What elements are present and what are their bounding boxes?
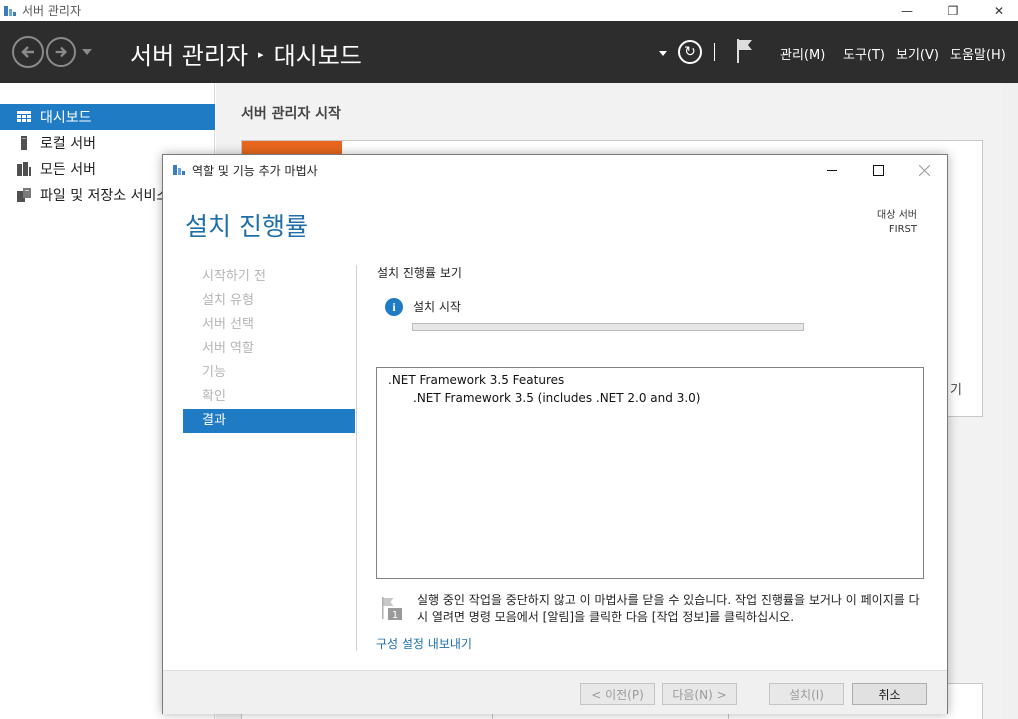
os-title-bar: 서버 관리자 — ❐ ✕ [0, 0, 1018, 21]
menu-manage[interactable]: 관리(M) [780, 44, 825, 63]
wizard-title-bar: 역할 및 기능 추가 마법사 [163, 155, 947, 185]
quick-start-more-text[interactable]: 기 [950, 379, 962, 398]
breadcrumb: 서버 관리자 ▸ 대시보드 [130, 36, 362, 71]
wizard-app-icon [173, 165, 185, 175]
installation-progress-bar [412, 323, 804, 331]
export-settings-link[interactable]: 구성 설정 내보내기 [376, 635, 472, 652]
next-button[interactable]: 다음(N) > [662, 683, 737, 705]
feature-item: .NET Framework 3.5 (includes .NET 2.0 an… [413, 391, 701, 405]
previous-button[interactable]: < 이전(P) [580, 683, 655, 705]
server-manager-header: 서버 관리자 ▸ 대시보드 ↻ 관리(M) 도구(T) 보기(V) 도움말(H) [0, 21, 1018, 83]
server-manager-app-icon [4, 5, 16, 16]
target-server-name: FIRST [888, 224, 917, 235]
breadcrumb-dropdown-icon[interactable] [659, 51, 667, 56]
wizard-heading: 설치 진행률 [185, 212, 308, 241]
breadcrumb-separator-icon: ▸ [258, 48, 264, 61]
step-server-roles: 서버 역할 [202, 341, 254, 356]
breadcrumb-current: 대시보드 [273, 42, 362, 70]
add-roles-features-wizard: 역할 및 기능 추가 마법사 설치 진행률 대상 서버 FIRST 시작하기 전… [162, 154, 948, 714]
forward-button[interactable] [46, 37, 76, 67]
sidebar-item-label: 파일 및 저장소 서비스 [40, 188, 170, 204]
window-title: 서버 관리자 [22, 4, 82, 18]
step-confirmation: 확인 [202, 389, 226, 404]
progress-title: 설치 진행률 보기 [377, 266, 462, 280]
quick-start-tile[interactable] [242, 141, 342, 155]
restore-button[interactable]: ❐ [930, 0, 976, 21]
sidebar-item-label: 대시보드 [40, 110, 92, 126]
info-icon: i [385, 298, 403, 316]
minimize-button[interactable]: — [884, 0, 930, 21]
menu-view[interactable]: 보기(V) [896, 44, 939, 63]
close-button[interactable]: ✕ [976, 0, 1018, 21]
wizard-minimize-button[interactable] [809, 155, 855, 185]
maximize-icon [872, 164, 884, 176]
notice-text: 실행 중인 작업을 중단하지 않고 이 마법사를 닫을 수 있습니다. 작업 진… [417, 593, 920, 624]
notification-badge: 1 [392, 610, 398, 621]
step-installation-type: 설치 유형 [202, 293, 254, 308]
cancel-button[interactable]: 취소 [852, 683, 927, 705]
install-button[interactable]: 설치(I) [769, 683, 844, 705]
minimize-icon [827, 170, 837, 171]
all-servers-icon [17, 162, 31, 176]
step-server-selection: 서버 선택 [202, 317, 254, 332]
notification-flag-icon: 1 [382, 597, 402, 621]
sidebar-item-local-server[interactable]: 로컬 서버 [0, 130, 215, 156]
feature-item: .NET Framework 3.5 Features [388, 373, 565, 387]
history-dropdown-icon[interactable] [82, 49, 92, 55]
notifications-flag-icon[interactable] [736, 38, 754, 64]
target-server: 대상 서버 FIRST [877, 209, 917, 237]
dashboard-icon [17, 111, 31, 122]
wizard-steps: 시작하기 전 설치 유형 서버 선택 서버 역할 기능 확인 결과 [183, 265, 355, 433]
step-results[interactable]: 결과 [183, 409, 355, 433]
sidebar-item-label: 로컬 서버 [40, 136, 96, 152]
forward-arrow-icon [55, 46, 68, 58]
steps-divider [356, 265, 357, 651]
wizard-close-button[interactable] [901, 155, 947, 185]
installation-status: 설치 시작 [413, 300, 461, 314]
wizard-title: 역할 및 기능 추가 마법사 [192, 163, 318, 178]
close-icon [918, 164, 930, 176]
sidebar-item-label: 모든 서버 [40, 162, 96, 178]
step-features: 기능 [202, 365, 226, 380]
menu-tools[interactable]: 도구(T) [843, 44, 885, 63]
step-before-you-begin: 시작하기 전 [202, 269, 266, 284]
features-list[interactable]: .NET Framework 3.5 Features .NET Framewo… [376, 367, 924, 579]
sidebar-item-dashboard[interactable]: 대시보드 [0, 104, 215, 130]
file-storage-icon [17, 188, 31, 202]
breadcrumb-root[interactable]: 서버 관리자 [130, 36, 248, 71]
wizard-maximize-button[interactable] [855, 155, 901, 185]
vertical-scrollbar[interactable] [1002, 83, 1018, 719]
local-server-icon [21, 136, 27, 150]
dashboard-title: 서버 관리자 시작 [241, 106, 341, 122]
target-server-label: 대상 서버 [877, 210, 917, 221]
refresh-icon: ↻ [684, 44, 696, 60]
back-arrow-icon [21, 46, 34, 58]
back-button[interactable] [12, 36, 44, 68]
refresh-button[interactable]: ↻ [678, 40, 702, 64]
menu-help[interactable]: 도움말(H) [950, 44, 1006, 63]
header-divider [714, 43, 715, 61]
wizard-footer: < 이전(P) 다음(N) > 설치(I) 취소 [163, 670, 947, 714]
